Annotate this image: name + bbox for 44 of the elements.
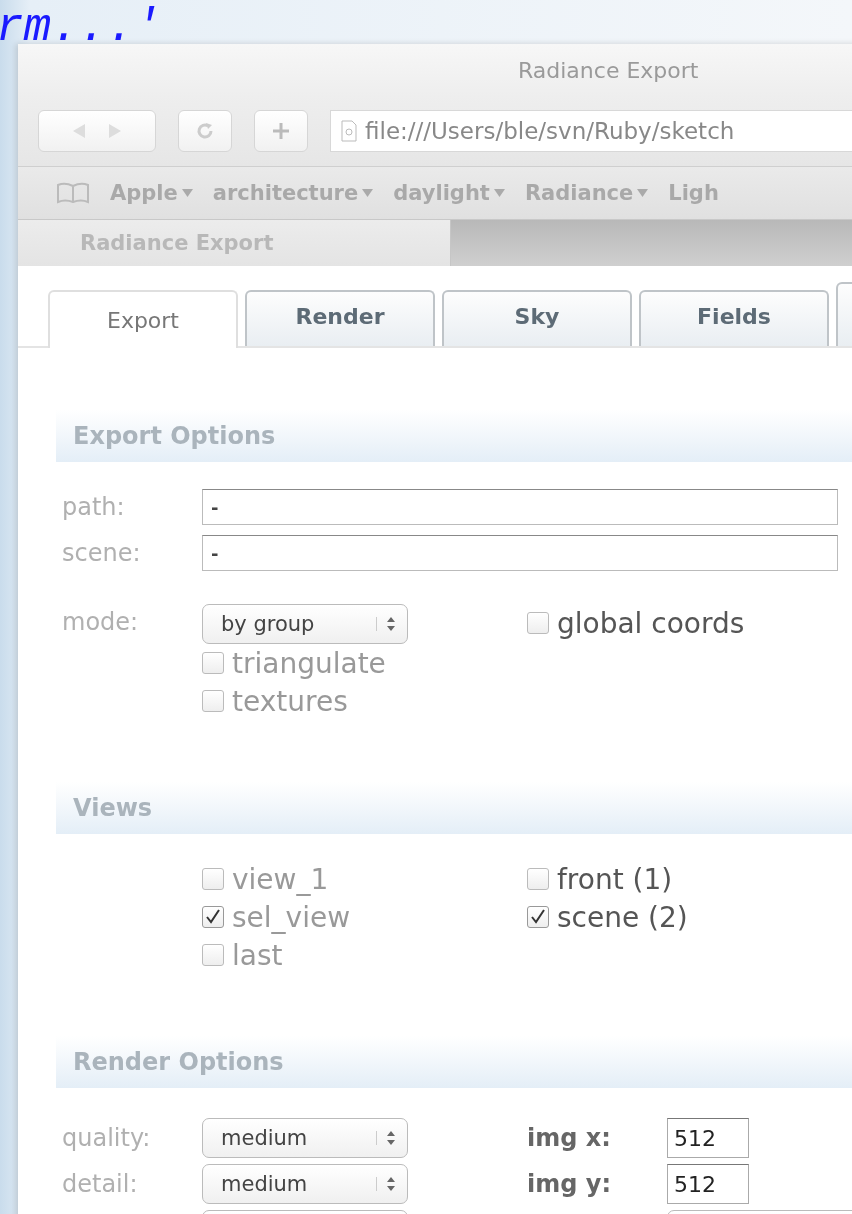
stepper-arrows-icon: [376, 1177, 395, 1191]
field-label: detail:: [62, 1170, 139, 1198]
tab[interactable]: Render: [245, 290, 435, 346]
tab[interactable]: Fields: [639, 290, 829, 346]
caret-icon: [637, 189, 649, 197]
field-label: img y:: [527, 1170, 612, 1198]
section-title: Render Options: [73, 1048, 284, 1076]
caret-icon: [181, 189, 193, 197]
field-label: quality:: [62, 1124, 152, 1152]
tab[interactable]: Export: [48, 290, 238, 348]
select-field[interactable]: medium: [202, 1118, 408, 1158]
checkbox-option[interactable]: scene (2): [527, 898, 688, 936]
number-field[interactable]: 512: [667, 1164, 749, 1204]
text-field[interactable]: -: [202, 535, 838, 571]
section-title: Export Options: [73, 422, 276, 450]
number-field[interactable]: 512: [667, 1118, 749, 1158]
section-title: Views: [73, 794, 153, 822]
reload-icon: [195, 121, 215, 141]
select-field[interactable]: medium: [202, 1164, 408, 1204]
book-icon: [56, 182, 90, 204]
add-button[interactable]: [254, 110, 308, 152]
checkbox[interactable]: [527, 906, 549, 928]
back-forward-button[interactable]: [38, 110, 156, 152]
address-field[interactable]: file:///Users/ble/svn/Ruby/sketch: [330, 110, 852, 152]
checkbox-option[interactable]: global coords: [527, 604, 745, 642]
document-icon: [341, 120, 357, 142]
field-label: scene:: [62, 539, 142, 567]
window-title: Radiance Export: [518, 57, 699, 83]
plus-icon: [271, 121, 291, 141]
field-label: img x:: [527, 1124, 612, 1152]
field-label: path:: [62, 493, 126, 521]
checkbox[interactable]: [527, 868, 549, 890]
stepper-arrows-icon: [376, 1131, 395, 1145]
code-text: rm...': [0, 1, 163, 44]
reload-button[interactable]: [178, 110, 232, 152]
select-field[interactable]: by group: [202, 604, 408, 644]
field-label: mode:: [62, 607, 140, 638]
checkbox[interactable]: [527, 612, 549, 634]
stepper-arrows-icon: [376, 617, 395, 631]
text-field[interactable]: -: [202, 489, 838, 525]
tab[interactable]: Sky: [442, 290, 632, 346]
checkbox-option[interactable]: front (1): [527, 860, 688, 898]
caret-icon: [493, 189, 505, 197]
caret-icon: [362, 189, 374, 197]
